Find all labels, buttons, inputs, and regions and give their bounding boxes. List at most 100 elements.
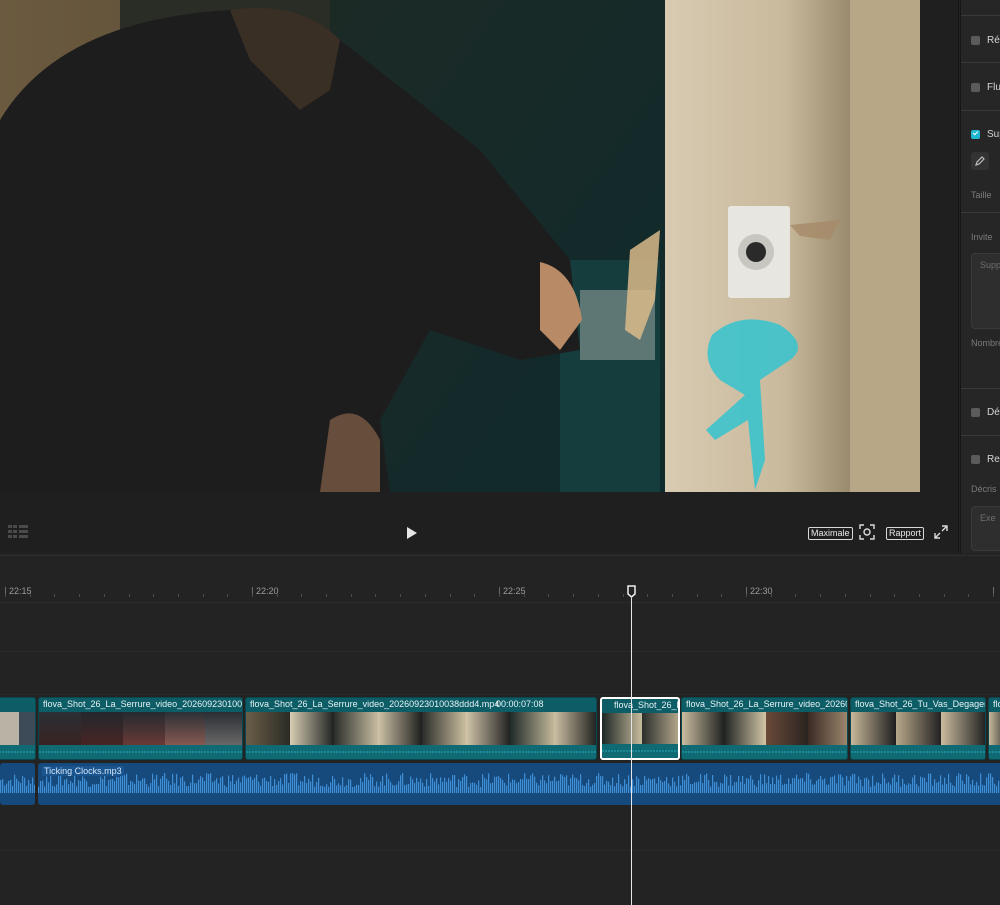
clip-thumbnails	[602, 713, 678, 747]
ruler-minor-tick	[375, 594, 376, 597]
ruler-minor-tick	[277, 594, 278, 597]
clip-audio-strip	[989, 745, 1000, 759]
description-input[interactable]: Exe	[971, 506, 1000, 551]
option-label: Dét	[987, 406, 1000, 418]
checkbox[interactable]	[971, 35, 980, 45]
clip-name: flo	[993, 699, 1000, 709]
video-clip[interactable]: flova_Shot_26_La_Serrure_video_20260923	[681, 697, 848, 760]
ruler-minor-tick	[79, 594, 80, 597]
report-button[interactable]: Rapport	[886, 527, 925, 540]
ruler-minor-tick	[450, 594, 451, 597]
checkbox[interactable]	[971, 454, 980, 464]
size-label: Taille	[971, 190, 992, 200]
clip-name: flova_Shot_26_La_Serrure_video_202609230…	[250, 699, 500, 709]
video-clip[interactable]	[0, 697, 36, 760]
video-clip[interactable]: flo	[988, 697, 1000, 760]
ruler-minor-tick	[548, 594, 549, 597]
fullscreen-icon[interactable]	[932, 523, 950, 541]
max-quality-button[interactable]: Maximale	[808, 527, 853, 540]
preview-image	[0, 0, 920, 492]
option-row[interactable]: Réd	[971, 33, 1000, 47]
ruler-minor-tick	[104, 594, 105, 597]
play-icon[interactable]	[400, 522, 424, 544]
ruler-minor-tick	[623, 594, 624, 597]
ruler-minor-tick	[252, 594, 253, 597]
option-label: Flu	[987, 81, 1000, 93]
ruler-minor-tick	[400, 594, 401, 597]
ruler-minor-tick	[919, 594, 920, 597]
playhead[interactable]	[631, 598, 632, 905]
track-divider	[0, 850, 1000, 851]
video-clip[interactable]: flova_Shot_26_La_Serrure_video_202609230…	[38, 697, 243, 760]
checkbox[interactable]	[971, 82, 980, 92]
ruler-minor-tick	[771, 594, 772, 597]
option-label: Sup	[987, 128, 1000, 140]
clip-audio-strip	[682, 745, 847, 759]
option-row[interactable]: Sup	[971, 127, 1000, 141]
checkbox-checked[interactable]	[971, 129, 980, 139]
clip-thumbnails	[0, 712, 35, 746]
clip-thumbnails	[851, 712, 985, 746]
video-clip[interactable]: flova_Shot_26_La_Serrure_video_202609230…	[245, 697, 597, 760]
tick-label: 22:25	[499, 587, 526, 596]
divider	[961, 435, 1000, 436]
screenshot-icon[interactable]	[858, 523, 876, 541]
clip-name: flova_Shot_26_Tu_Vas_Degager_vid	[855, 699, 986, 709]
option-row[interactable]: Rem	[971, 452, 1000, 466]
track-divider	[0, 651, 1000, 652]
timeline[interactable]: 22:15 22:20 22:25 22:30 flova_Shot_26_La…	[0, 555, 1000, 905]
ruler-minor-tick	[524, 594, 525, 597]
clip-name: flova_Shot_26_La_Serrure_video_202609230…	[43, 699, 243, 709]
audio-clip[interactable]: Ticking Clocks.mp3	[38, 763, 1000, 805]
clip-name: flova_Shot_26_La_Serrure_video_20260923	[686, 699, 848, 709]
video-clip[interactable]: flova_Shot_26_Tu_Vas_Degager_vid	[850, 697, 986, 760]
clip-name: flova_Shot_26_La	[614, 700, 680, 710]
playhead-handle-icon[interactable]	[627, 585, 636, 598]
description-label: Décris	[971, 484, 997, 494]
ruler-minor-tick	[647, 594, 648, 597]
prompt-input[interactable]: Supp	[971, 253, 1000, 329]
grid-icon[interactable]	[8, 522, 28, 542]
inspector-panel: Réd Flu Sup Taille Invite Supp Nombre Dé…	[960, 0, 1000, 553]
checkbox[interactable]	[971, 407, 980, 417]
ruler-minor-tick	[499, 594, 500, 597]
ruler-minor-tick	[203, 594, 204, 597]
audio-clip[interactable]	[0, 763, 35, 805]
video-clip-selected[interactable]: flova_Shot_26_La	[600, 697, 680, 760]
ruler-minor-tick	[474, 594, 475, 597]
clip-timecode: 00:00:07:08	[496, 699, 544, 709]
ruler-minor-tick	[573, 594, 574, 597]
divider	[961, 388, 1000, 389]
ruler-minor-tick	[820, 594, 821, 597]
audio-waveform	[0, 774, 35, 793]
ruler-minor-tick	[598, 594, 599, 597]
video-viewer: Maximale Rapport	[0, 0, 959, 553]
ruler-minor-tick	[721, 594, 722, 597]
ruler-minor-tick	[129, 594, 130, 597]
ruler-minor-tick	[894, 594, 895, 597]
clip-audio-strip	[246, 745, 596, 759]
ruler-minor-tick	[944, 594, 945, 597]
ruler-minor-tick	[178, 594, 179, 597]
ruler-minor-tick	[227, 594, 228, 597]
video-track: flova_Shot_26_La_Serrure_video_20260923 0…	[0, 697, 1000, 760]
clip-thumbnails	[39, 712, 242, 746]
time-ruler[interactable]: 22:15 22:20 22:25 22:30	[0, 580, 1000, 603]
video-preview-frame[interactable]	[0, 0, 920, 492]
option-row[interactable]: Flu	[971, 80, 1000, 94]
audio-track: Ticking Clocks.mp3	[0, 763, 1000, 805]
ruler-minor-tick	[795, 594, 796, 597]
option-label: Réd	[987, 34, 1000, 46]
divider	[961, 15, 1000, 16]
divider	[961, 110, 1000, 111]
clip-audio-strip	[39, 745, 242, 759]
clip-thumbnails	[246, 712, 596, 746]
clip-thumbnails	[682, 712, 847, 746]
tick-label: 22:15	[5, 587, 32, 596]
clip-audio-strip	[0, 745, 35, 759]
option-row[interactable]: Dét	[971, 405, 1000, 419]
tick-label: 22:30	[746, 587, 773, 596]
option-label: Rem	[987, 453, 1000, 465]
brush-icon[interactable]	[971, 152, 989, 170]
ruler-minor-tick	[672, 594, 673, 597]
